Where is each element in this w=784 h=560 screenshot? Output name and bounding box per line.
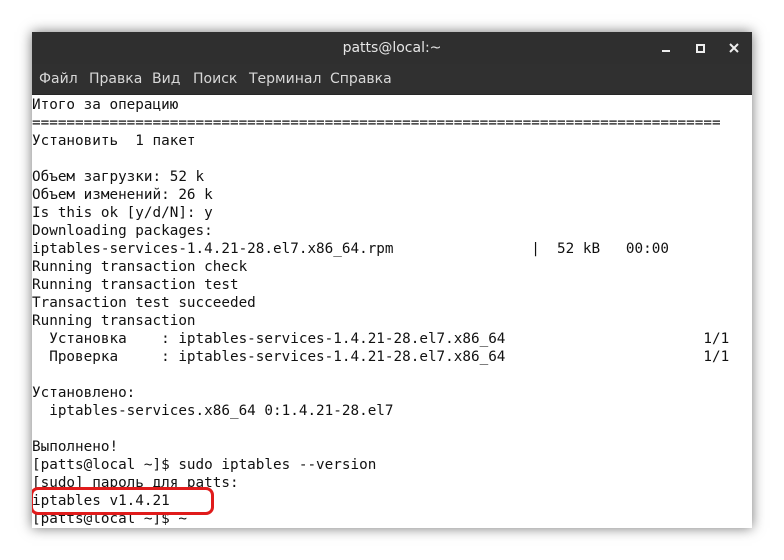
terminal-line: Объем изменений: 26 k <box>32 187 213 203</box>
menu-bar: Файл Правка Вид Поиск Терминал Справка <box>32 64 752 95</box>
terminal-line: Итого за операцию <box>32 97 179 113</box>
close-button[interactable] <box>724 38 744 58</box>
terminal-line: Установлено: <box>32 385 136 401</box>
terminal-output[interactable]: Итого за операцию ======================… <box>32 95 752 528</box>
maximize-button[interactable] <box>690 38 710 58</box>
terminal-line: Transaction test succeeded <box>32 295 256 311</box>
menu-help[interactable]: Справка <box>330 64 392 94</box>
terminal-line: Выполнено! <box>32 439 119 455</box>
terminal-line: Проверка : iptables-services-1.4.21-28.e… <box>32 349 730 365</box>
maximize-icon <box>696 44 705 53</box>
terminal-line: [patts@local ~]$ sudo iptables --version <box>32 457 377 473</box>
version-highlight-box <box>32 487 214 515</box>
terminal-line: Установка : iptables-services-1.4.21-28.… <box>32 331 730 347</box>
terminal-line: Downloading packages: <box>32 223 213 239</box>
menu-view[interactable]: Вид <box>152 64 180 94</box>
terminal-line: Объем загрузки: 52 k <box>32 169 205 185</box>
minimize-icon <box>662 50 670 52</box>
close-icon <box>729 43 739 53</box>
terminal-line: iptables-services.x86_64 0:1.4.21-28.el7 <box>32 403 394 419</box>
menu-edit[interactable]: Правка <box>89 64 142 94</box>
terminal-line: Running transaction test <box>32 277 239 293</box>
terminal-line: iptables-services-1.4.21-28.el7.x86_64.r… <box>32 241 669 257</box>
terminal-window: patts@local:~ Файл Правка Вид Поиск Терм… <box>32 32 752 528</box>
menu-terminal[interactable]: Терминал <box>249 64 321 94</box>
title-bar[interactable]: patts@local:~ <box>32 32 752 64</box>
terminal-line: Running transaction check <box>32 259 248 275</box>
menu-search[interactable]: Поиск <box>193 64 237 94</box>
terminal-line: Установить 1 пакет <box>32 133 196 149</box>
menu-file[interactable]: Файл <box>39 64 78 94</box>
window-title: patts@local:~ <box>342 40 442 56</box>
terminal-line: Running transaction <box>32 313 196 329</box>
minimize-button[interactable] <box>656 38 676 58</box>
terminal-line: Is this ok [y/d/N]: y <box>32 205 213 221</box>
terminal-line: ========================================… <box>32 115 721 131</box>
